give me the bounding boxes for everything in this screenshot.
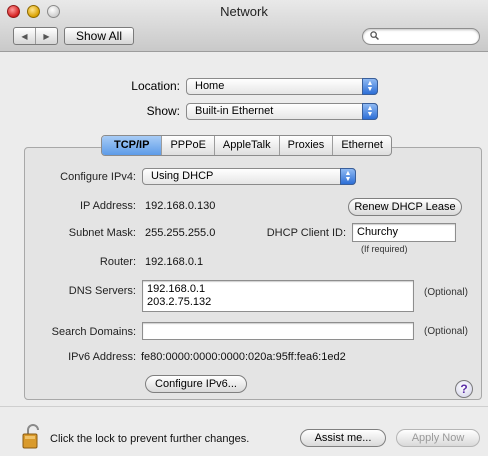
apply-now-button[interactable]: Apply Now [396, 429, 480, 447]
search-domains-field[interactable] [142, 322, 414, 340]
search-icon [370, 31, 379, 40]
lock-icon[interactable] [22, 423, 42, 449]
show-label: Show: [146, 104, 180, 118]
configure-ipv6-button[interactable]: Configure IPv6... [145, 375, 247, 393]
configure-ipv4-popup[interactable]: Using DHCP ▲ ▼ [142, 168, 356, 185]
tab-proxies[interactable]: Proxies [278, 136, 333, 155]
search-domains-label: Search Domains: [51, 326, 136, 338]
subnet-mask-label: Subnet Mask: [68, 227, 136, 239]
router-value: 192.168.0.1 [145, 256, 204, 268]
show-popup[interactable]: Built-in Ethernet ▲ ▼ [186, 103, 378, 120]
ipv6-address-label: IPv6 Address: [68, 351, 136, 363]
ip-address-label: IP Address: [79, 200, 136, 212]
location-label: Location: [131, 79, 180, 93]
tab-bar: TCP/IP PPPoE AppleTalk Proxies Ethernet [101, 135, 392, 156]
configure-ipv4-value: Using DHCP [151, 170, 214, 182]
dhcp-client-id-field[interactable]: Churchy [352, 223, 456, 242]
dns-server-entry: 192.168.0.1 [147, 283, 206, 295]
location-popup[interactable]: Home ▲ ▼ [186, 78, 378, 95]
search-domains-optional-note: (Optional) [424, 326, 468, 337]
assist-me-button[interactable]: Assist me... [300, 429, 386, 447]
network-window: Network ◀ ▶ Show All Location: Home ▲ ▼ S… [0, 0, 488, 456]
router-label: Router: [99, 256, 136, 268]
subnet-mask-value: 255.255.255.0 [145, 227, 216, 239]
show-value: Built-in Ethernet [195, 105, 274, 117]
location-value: Home [195, 80, 225, 92]
ipv6-address-value: fe80:0000:0000:0000:020a:95ff:fea6:1ed2 [141, 351, 346, 363]
dns-server-entry: 203.2.75.132 [147, 296, 212, 308]
dns-servers-field[interactable]: 192.168.0.1 203.2.75.132 [142, 280, 414, 312]
configure-ipv4-label: Configure IPv4: [60, 171, 136, 183]
tab-ethernet[interactable]: Ethernet [332, 136, 391, 155]
popup-arrows-icon: ▲ ▼ [362, 78, 378, 95]
show-all-button[interactable]: Show All [64, 27, 134, 45]
renew-dhcp-lease-button[interactable]: Renew DHCP Lease [348, 198, 462, 216]
tab-appletalk[interactable]: AppleTalk [213, 136, 279, 155]
back-arrow-icon[interactable]: ◀ [14, 28, 35, 44]
dhcp-client-id-note: (If required) [361, 244, 408, 254]
popup-arrows-icon: ▲ ▼ [340, 168, 356, 185]
ip-address-value: 192.168.0.130 [145, 200, 216, 212]
dhcp-client-id-label: DHCP Client ID: [266, 227, 346, 239]
tab-pppoe[interactable]: PPPoE [161, 136, 213, 155]
window-title: Network [220, 4, 268, 19]
lock-message: Click the lock to prevent further change… [50, 433, 250, 445]
tab-tcpip[interactable]: TCP/IP [102, 136, 162, 155]
back-forward-control: ◀ ▶ [13, 27, 58, 45]
dns-servers-label: DNS Servers: [68, 285, 136, 297]
popup-arrows-icon: ▲ ▼ [362, 103, 378, 120]
search-field[interactable] [362, 28, 480, 45]
dns-optional-note: (Optional) [424, 287, 468, 298]
title-bar: Network ◀ ▶ Show All [0, 0, 488, 52]
footer-divider [0, 406, 488, 407]
help-button[interactable]: ? [455, 380, 473, 398]
forward-arrow-icon[interactable]: ▶ [35, 28, 57, 44]
